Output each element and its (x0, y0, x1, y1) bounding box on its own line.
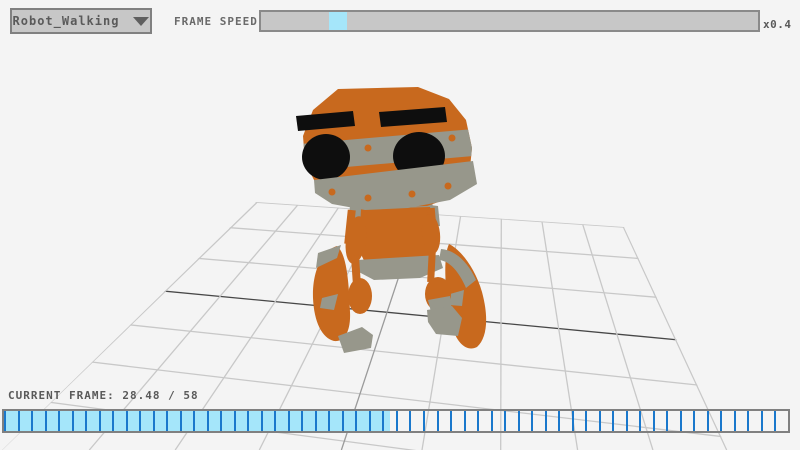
frame-cell[interactable] (344, 411, 358, 431)
grid-axis-line (0, 276, 800, 352)
robot-left-eye (302, 134, 350, 180)
frame-cell[interactable] (695, 411, 709, 431)
frame-cell[interactable] (587, 411, 601, 431)
frame-cell[interactable] (574, 411, 588, 431)
frame-cell[interactable] (776, 411, 788, 431)
robot-head (296, 87, 477, 210)
frame-cell[interactable] (601, 411, 615, 431)
current-frame-label: CURRENT FRAME: 28.48 / 58 (8, 389, 199, 402)
frame-cell[interactable] (263, 411, 277, 431)
frame-cell[interactable] (317, 411, 331, 431)
frame-cell[interactable] (411, 411, 425, 431)
frame-cell[interactable] (439, 411, 453, 431)
frame-cell[interactable] (182, 411, 196, 431)
frame-cell[interactable] (101, 411, 115, 431)
frame-cell[interactable] (168, 411, 182, 431)
viewport-3d[interactable] (0, 0, 800, 450)
frame-cell[interactable] (533, 411, 547, 431)
frame-cell[interactable] (276, 411, 290, 431)
frame-cell[interactable] (722, 411, 736, 431)
frame-cell[interactable] (709, 411, 723, 431)
frame-cell[interactable] (222, 411, 236, 431)
frame-speed-label: FRAME SPEED: (174, 15, 265, 28)
chevron-down-icon (133, 17, 149, 26)
frame-speed-handle[interactable] (329, 12, 347, 30)
frame-cell[interactable] (290, 411, 304, 431)
frame-cell[interactable] (303, 411, 317, 431)
frame-cell[interactable] (371, 411, 385, 431)
frame-cell[interactable] (749, 411, 763, 431)
frame-cell[interactable] (384, 411, 398, 431)
frame-cell[interactable] (60, 411, 74, 431)
frame-cell[interactable] (236, 411, 250, 431)
frame-cell[interactable] (357, 411, 371, 431)
frame-cell[interactable] (668, 411, 682, 431)
frame-cell[interactable] (47, 411, 61, 431)
frame-cell[interactable] (614, 411, 628, 431)
frame-cell[interactable] (479, 411, 493, 431)
frame-cell[interactable] (87, 411, 101, 431)
frame-cell[interactable] (466, 411, 480, 431)
frame-cell[interactable] (195, 411, 209, 431)
frame-cell[interactable] (114, 411, 128, 431)
frame-cell[interactable] (506, 411, 520, 431)
animation-dropdown[interactable]: Robot_Walking (10, 8, 152, 34)
frame-speed-value: x0.4 (763, 18, 792, 31)
frame-cell[interactable] (128, 411, 142, 431)
frame-cell[interactable] (155, 411, 169, 431)
frame-cell[interactable] (398, 411, 412, 431)
frame-cell[interactable] (20, 411, 34, 431)
frame-cell[interactable] (209, 411, 223, 431)
frame-cell[interactable] (4, 411, 20, 431)
frame-cell[interactable] (249, 411, 263, 431)
robot-left-arm (313, 245, 350, 341)
frame-cell[interactable] (560, 411, 574, 431)
frame-cell[interactable] (425, 411, 439, 431)
frame-cell[interactable] (141, 411, 155, 431)
frame-speed-slider[interactable] (259, 10, 760, 32)
frame-timeline[interactable] (2, 409, 790, 433)
frame-cell[interactable] (547, 411, 561, 431)
frame-cell[interactable] (33, 411, 47, 431)
frame-cell[interactable] (452, 411, 466, 431)
frame-cell[interactable] (655, 411, 669, 431)
frame-cell[interactable] (736, 411, 750, 431)
animation-dropdown-value: Robot_Walking (13, 14, 120, 28)
frame-cell[interactable] (520, 411, 534, 431)
frame-cell[interactable] (628, 411, 642, 431)
frame-cell[interactable] (682, 411, 696, 431)
frame-cell[interactable] (74, 411, 88, 431)
frame-cell[interactable] (641, 411, 655, 431)
frame-cell[interactable] (763, 411, 777, 431)
frame-cell[interactable] (330, 411, 344, 431)
frame-cell[interactable] (493, 411, 507, 431)
